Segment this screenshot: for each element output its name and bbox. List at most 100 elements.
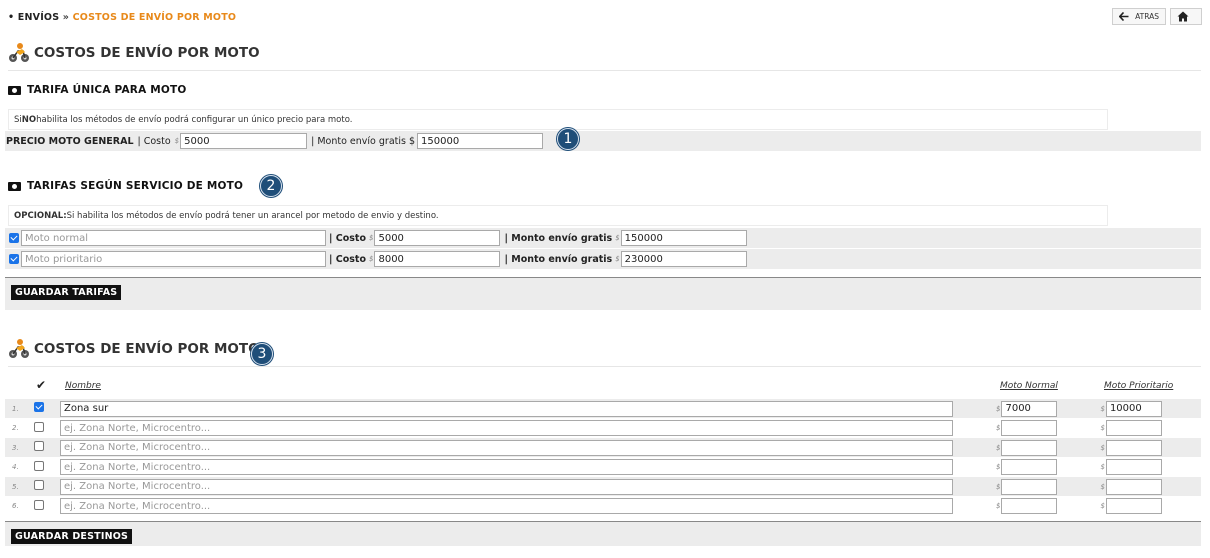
note-text: Si habilita los métodos de envío podrá t… — [66, 210, 439, 221]
destino-name-input[interactable] — [60, 420, 953, 436]
table-row: 3. $ $ — [5, 438, 1201, 457]
table-row: 4. $ $ — [5, 458, 1201, 477]
destino-name-input[interactable] — [60, 498, 953, 514]
divider — [8, 366, 1201, 367]
row-checkbox[interactable] — [34, 499, 44, 510]
note-bold: NO — [21, 114, 37, 125]
service-costo-label: | Costo — [329, 253, 366, 265]
home-icon — [1177, 11, 1189, 22]
currency-symbol: $ — [1100, 404, 1105, 413]
guardar-destinos-button[interactable]: GUARDAR DESTINOS — [11, 529, 133, 544]
precio-general-row: PRECIO MOTO GENERAL | Costo $ | Monto en… — [5, 131, 1201, 151]
currency-symbol: $ — [615, 234, 620, 242]
currency-symbol: $ — [615, 255, 620, 263]
breadcrumb-bullet: • — [8, 12, 15, 23]
destino-name-input[interactable] — [60, 400, 953, 417]
breadcrumb-separator: » — [62, 12, 70, 23]
callout-badge-3: 3 — [251, 343, 273, 365]
row-number: 4. — [12, 463, 19, 471]
tarifas-servicio-note: OPCIONAL: Si habilita los métodos de env… — [8, 205, 1108, 226]
row-checkbox[interactable] — [34, 402, 44, 412]
breadcrumb: • ENVÍOS » COSTOS DE ENVÍO POR MOTO — [8, 12, 236, 23]
back-button-label: ATRAS — [1135, 12, 1159, 21]
moto-normal-input[interactable] — [1001, 498, 1058, 514]
page-title: COSTOS DE ENVÍO POR MOTO — [8, 42, 260, 64]
currency-symbol: $ — [369, 255, 374, 263]
row-number: 1. — [12, 404, 19, 413]
moto-normal-input[interactable] — [1001, 459, 1058, 475]
gratis-label: | Monto envío gratis $ — [311, 135, 416, 147]
precio-general-costo-input[interactable] — [180, 133, 308, 149]
breadcrumb-current: COSTOS DE ENVÍO POR MOTO — [72, 12, 237, 23]
check-all-header[interactable]: ✔ — [36, 378, 46, 392]
currency-symbol: $ — [996, 463, 1001, 471]
row-checkbox[interactable] — [34, 421, 44, 432]
column-header-nombre[interactable]: Nombre — [65, 381, 101, 391]
moto-prioritario-input[interactable] — [1105, 478, 1162, 495]
callout-badge-2: 2 — [260, 175, 282, 197]
currency-symbol: $ — [996, 443, 1001, 452]
tarifas-button-bar: GUARDAR TARIFAS — [5, 277, 1201, 310]
service-name-input[interactable] — [21, 230, 326, 246]
currency-symbol: $ — [996, 482, 1001, 491]
currency-symbol: $ — [996, 424, 1001, 432]
service-checkbox[interactable] — [9, 254, 19, 264]
moto-normal-input[interactable] — [1001, 400, 1058, 417]
service-checkbox[interactable] — [9, 233, 19, 243]
camera-icon — [8, 181, 21, 191]
row-checkbox[interactable] — [34, 460, 44, 471]
service-gratis-input[interactable] — [620, 230, 747, 246]
moto-prioritario-input[interactable] — [1105, 498, 1162, 514]
service-name-input[interactable] — [21, 251, 326, 267]
column-header-moto-normal[interactable]: Moto Normal — [1000, 381, 1058, 391]
moto-normal-input[interactable] — [1001, 478, 1058, 495]
table-row: 1. $ $ — [5, 399, 1201, 418]
back-button[interactable]: ATRAS — [1112, 8, 1166, 25]
destinos-title-text: COSTOS DE ENVÍO POR MOTO — [34, 341, 260, 357]
row-number: 3. — [12, 443, 19, 452]
row-checkbox[interactable] — [34, 441, 44, 451]
tarifa-unica-heading: TARIFA ÚNICA PARA MOTO — [8, 84, 187, 96]
row-checkbox[interactable] — [34, 480, 44, 490]
service-gratis-input[interactable] — [620, 251, 747, 267]
tarifas-servicio-heading: TARIFAS SEGÚN SERVICIO DE MOTO — [8, 180, 243, 192]
destino-name-input[interactable] — [60, 459, 953, 475]
destinos-button-bar: GUARDAR DESTINOS — [5, 521, 1201, 546]
moto-normal-input[interactable] — [1001, 439, 1058, 456]
guardar-tarifas-button[interactable]: GUARDAR TARIFAS — [11, 285, 122, 300]
breadcrumb-root[interactable]: ENVÍOS — [18, 12, 59, 23]
motorcycle-icon — [9, 339, 29, 358]
currency-symbol: $ — [996, 502, 1001, 510]
service-costo-input[interactable] — [374, 251, 501, 267]
service-row: | Costo$| Monto envío gratis$ — [5, 249, 1201, 269]
service-row: | Costo$| Monto envío gratis$ — [5, 228, 1201, 248]
motorcycle-icon — [9, 43, 29, 62]
destino-name-input[interactable] — [60, 439, 953, 456]
divider — [8, 70, 1201, 71]
costo-label: | Costo — [137, 135, 171, 147]
currency-symbol: $ — [1100, 463, 1105, 471]
moto-normal-input[interactable] — [1001, 420, 1058, 436]
home-button[interactable] — [1170, 8, 1202, 25]
destino-name-input[interactable] — [60, 478, 953, 495]
row-number: 2. — [12, 424, 19, 432]
destinos-title: COSTOS DE ENVÍO POR MOTO — [8, 338, 260, 360]
arrow-left-icon — [1119, 12, 1129, 21]
page-title-text: COSTOS DE ENVÍO POR MOTO — [34, 45, 260, 61]
table-row: 5. $ $ — [5, 477, 1201, 496]
column-header-moto-prioritario[interactable]: Moto Prioritario — [1104, 381, 1173, 391]
table-row: 2. $ $ — [5, 419, 1201, 438]
moto-prioritario-input[interactable] — [1105, 439, 1162, 456]
precio-general-gratis-input[interactable] — [417, 133, 544, 149]
row-number: 6. — [12, 502, 19, 510]
service-costo-input[interactable] — [374, 230, 501, 246]
moto-prioritario-input[interactable] — [1105, 400, 1162, 417]
moto-prioritario-input[interactable] — [1105, 459, 1162, 475]
moto-prioritario-input[interactable] — [1105, 420, 1162, 436]
camera-icon — [8, 85, 21, 95]
note-text: Si — [14, 114, 22, 125]
currency-symbol: $ — [1100, 424, 1105, 432]
table-row: 6. $ $ — [5, 497, 1201, 516]
tarifa-unica-note: Si NO habilita los métodos de envío podr… — [8, 109, 1108, 130]
callout-badge-1: 1 — [557, 128, 579, 150]
